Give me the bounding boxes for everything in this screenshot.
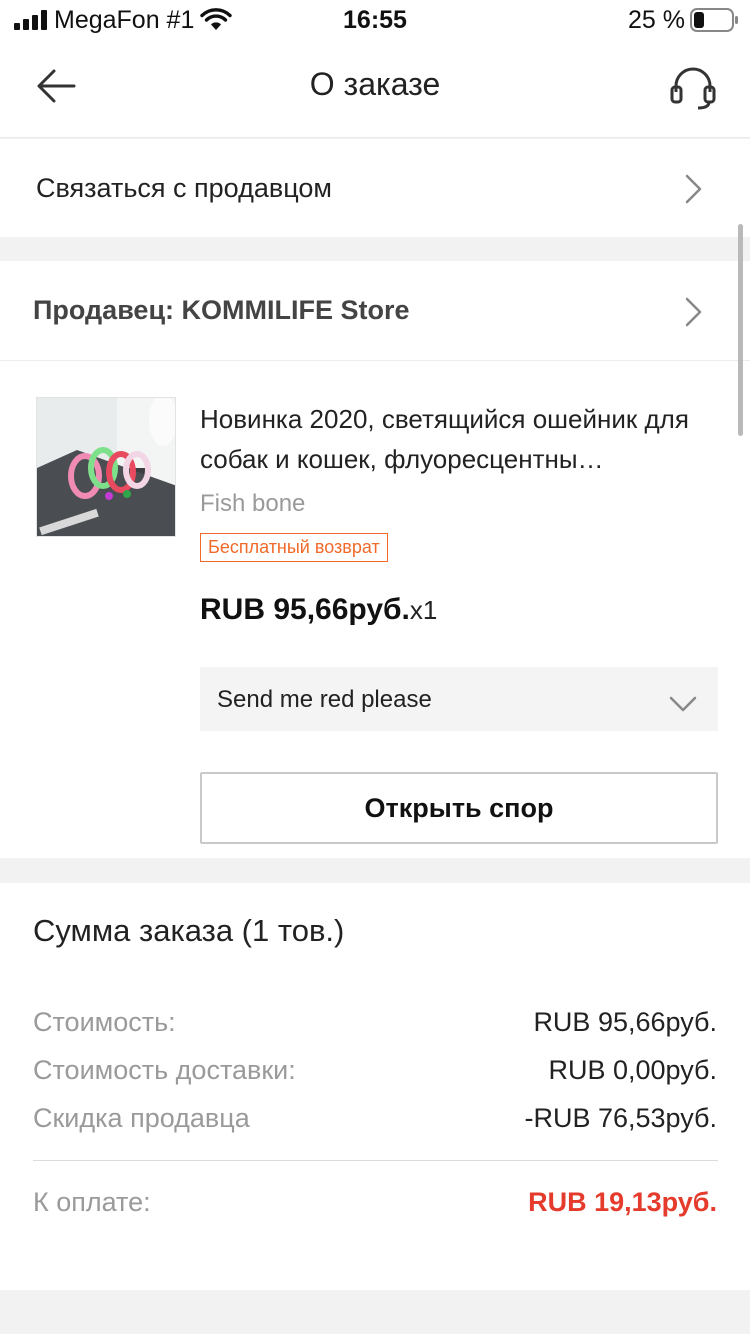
battery-icon (690, 8, 738, 32)
summary-title: Сумма заказа (1 тов.) (33, 913, 345, 948)
buyer-note-text: Send me red please (217, 686, 432, 713)
contact-seller-row[interactable]: Связаться с продавцом (0, 139, 750, 237)
discount-value: -RUB 76,53руб. (524, 1103, 717, 1133)
buyer-note-dropdown[interactable]: Send me red please (200, 667, 718, 731)
open-dispute-button[interactable]: Открыть спор (200, 772, 718, 844)
scrollbar[interactable] (738, 224, 743, 436)
headset-icon[interactable] (668, 62, 718, 112)
chevron-down-icon (669, 696, 697, 712)
product-title[interactable]: Новинка 2020, светящийся ошейник для соб… (200, 399, 715, 479)
chevron-right-icon[interactable] (682, 295, 706, 329)
divider (0, 360, 750, 361)
cost-label: Стоимость: (33, 1007, 176, 1037)
chevron-right-icon (685, 174, 702, 204)
product-image (37, 398, 175, 536)
total-value: RUB 19,13руб. (528, 1187, 717, 1217)
quantity: x1 (409, 595, 438, 625)
status-bar: MegaFon #1 16:55 25 % (0, 0, 750, 40)
product-variant: Fish bone (200, 490, 306, 517)
seller-name[interactable]: Продавец: KOMMILIFE Store (33, 295, 410, 326)
contact-seller-label: Связаться с продавцом (36, 173, 332, 203)
order-item-card: Продавец: KOMMILIFE Store Новинка 2020, … (0, 261, 750, 858)
shipping-value: RUB 0,00руб. (548, 1055, 717, 1085)
discount-label: Скидка продавца (33, 1103, 250, 1133)
page-title: О заказе (309, 66, 441, 102)
product-thumbnail[interactable] (36, 397, 176, 537)
battery-percent: 25 % (628, 6, 685, 34)
product-price: RUB 95,66руб.x1 (200, 593, 437, 627)
nav-bar: О заказе (0, 40, 750, 138)
order-summary-card: Сумма заказа (1 тов.) Стоимость: RUB 95,… (0, 883, 750, 1290)
price-value: RUB 95,66руб. (200, 593, 410, 626)
cost-value: RUB 95,66руб. (533, 1007, 717, 1037)
free-return-badge: Бесплатный возврат (200, 533, 388, 562)
shipping-label: Стоимость доставки: (33, 1055, 296, 1085)
total-label: К оплате: (33, 1187, 151, 1217)
divider (33, 1160, 718, 1161)
